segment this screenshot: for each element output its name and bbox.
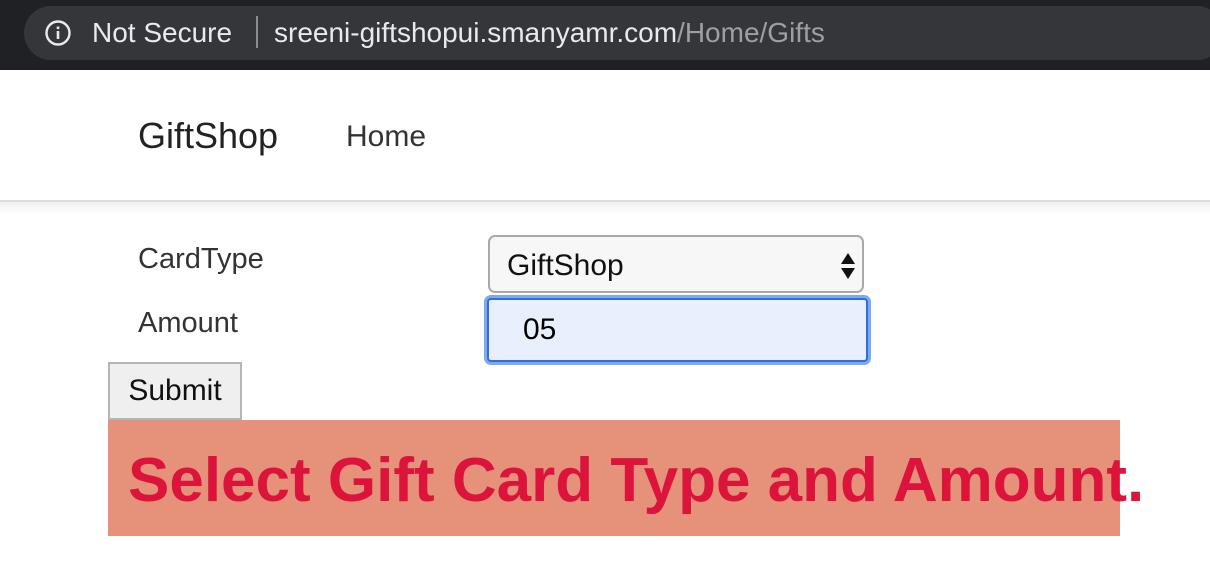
submit-button[interactable]: Submit xyxy=(108,362,242,420)
card-type-select[interactable]: GiftShop xyxy=(488,235,864,293)
card-type-selected-value: GiftShop xyxy=(507,249,624,282)
amount-label: Amount xyxy=(138,307,238,339)
alert-message: Select Gift Card Type and Amount. xyxy=(128,446,1145,515)
info-circle-icon[interactable] xyxy=(45,20,71,46)
navbar-shadow xyxy=(0,202,1210,216)
select-arrows-icon xyxy=(841,253,855,279)
site-navbar: GiftShop Home xyxy=(0,70,1210,202)
address-bar-divider xyxy=(256,16,258,48)
nav-link-home[interactable]: Home xyxy=(346,118,426,156)
amount-input[interactable] xyxy=(487,298,868,362)
url-path: /Home/Gifts xyxy=(677,17,825,48)
url-text[interactable]: sreeni-giftshopui.smanyamr.com/Home/Gift… xyxy=(274,14,825,52)
error-alert: Select Gift Card Type and Amount. xyxy=(108,420,1144,536)
security-status-label[interactable]: Not Secure xyxy=(92,14,232,52)
url-host: sreeni-giftshopui.smanyamr.com xyxy=(274,17,678,48)
brand-link[interactable]: GiftShop xyxy=(138,114,278,158)
browser-toolbar: Not Secure sreeni-giftshopui.smanyamr.co… xyxy=(0,0,1210,70)
card-type-label: CardType xyxy=(138,243,264,275)
